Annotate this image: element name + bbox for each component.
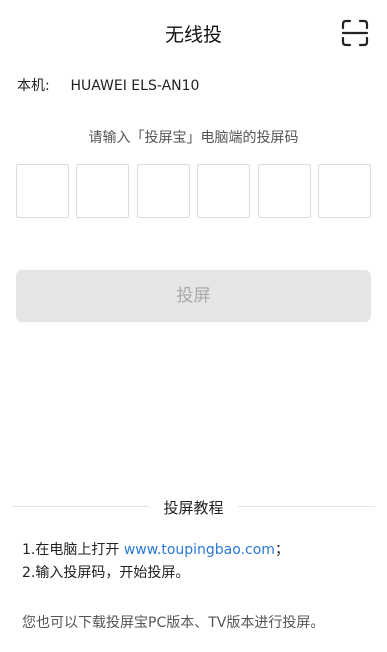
code-digit-box-6[interactable]: [317, 164, 371, 218]
page-title: 无线投: [164, 24, 222, 46]
tutorial-step-2: 2.输入投屏码，开始投屏。: [22, 565, 190, 581]
divider-right: [238, 506, 375, 507]
cast-button[interactable]: 投屏: [16, 270, 371, 322]
tutorial-step-1: 1.在电脑上打开 www.toupingbao.com；: [22, 539, 289, 562]
download-note: 您也可以下载投屏宝PC版本、TV版本进行投屏。: [22, 615, 325, 631]
code-digit-box-4[interactable]: [197, 164, 251, 218]
cast-code-input[interactable]: [16, 164, 371, 218]
device-name: HUAWEI ELS-AN10: [70, 78, 200, 94]
tutorial-steps: 1.在电脑上打开 www.toupingbao.com； 2.输入投屏码，开始投…: [22, 539, 289, 585]
code-digit-box-5[interactable]: [257, 164, 311, 218]
device-info: 本机: HUAWEI ELS-AN10: [17, 75, 199, 95]
step1-suffix: ；: [274, 542, 289, 558]
code-digit-box-1[interactable]: [16, 164, 69, 218]
header: 无线投: [0, 0, 387, 66]
tutorial-header: 投屏教程: [12, 496, 375, 518]
scan-frame-icon: [341, 19, 369, 47]
code-digit-box-2[interactable]: [76, 164, 130, 218]
instruction-text: 请输入「投屏宝」电脑端的投屏码: [88, 130, 299, 146]
website-link[interactable]: www.toupingbao.com: [124, 542, 275, 558]
code-digit-box-3[interactable]: [136, 164, 190, 218]
tutorial-title: 投屏教程: [163, 499, 224, 517]
device-label: 本机:: [17, 78, 50, 94]
scan-button[interactable]: [339, 17, 371, 49]
step1-prefix: 1.在电脑上打开: [22, 542, 124, 558]
